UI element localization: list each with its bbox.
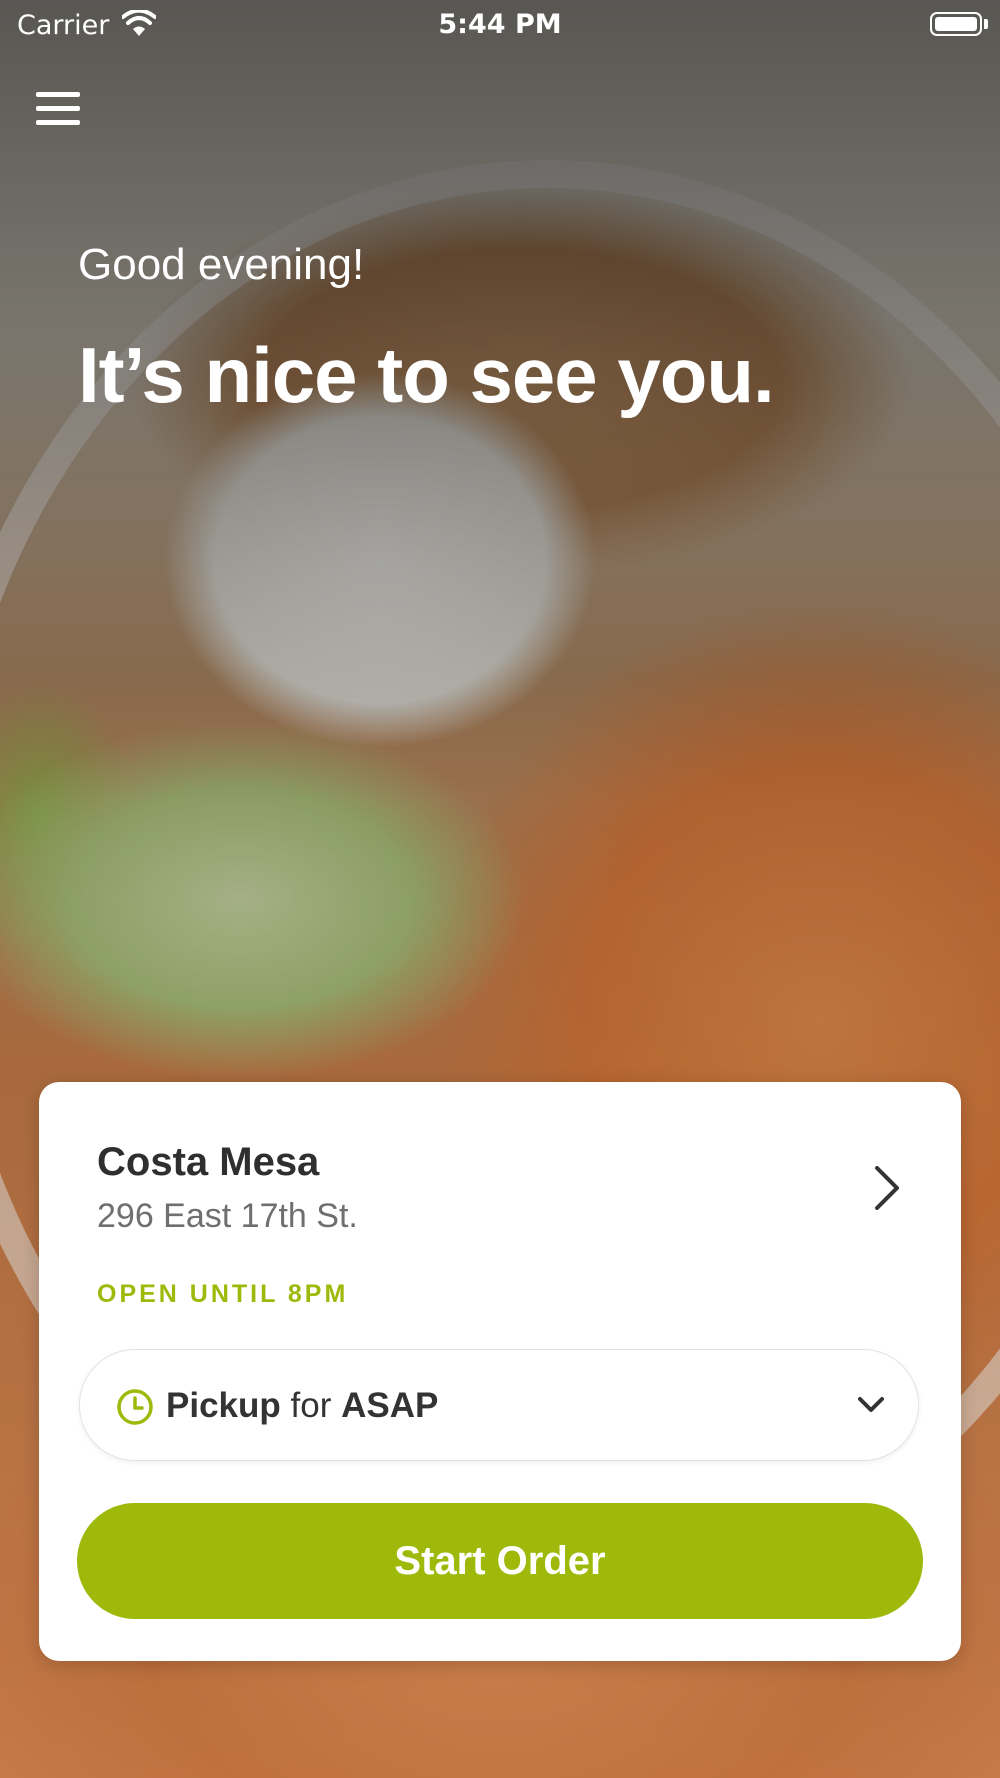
status-time: 5:44 PM: [438, 9, 562, 40]
welcome-tagline: It’s nice to see you.: [78, 331, 775, 419]
store-name[interactable]: Costa Mesa: [97, 1140, 319, 1185]
start-order-button[interactable]: Start Order: [77, 1503, 923, 1619]
greeting-text: Good evening!: [78, 240, 365, 289]
status-bar: Carrier 5:44 PM: [0, 0, 1000, 50]
order-mode-label: Pickup for ASAP: [166, 1386, 438, 1426]
battery-tip: [984, 19, 988, 29]
battery-icon: [930, 12, 982, 36]
order-mode-selector[interactable]: Pickup for ASAP: [79, 1349, 919, 1461]
chevron-down-icon[interactable]: [856, 1394, 886, 1416]
order-mode-type: Pickup: [166, 1386, 281, 1425]
order-mode-time: ASAP: [341, 1386, 439, 1425]
order-mode-connector: for: [290, 1386, 332, 1425]
store-hours: OPEN UNTIL 8PM: [97, 1280, 349, 1308]
chevron-right-icon[interactable]: [869, 1164, 905, 1212]
location-card: Costa Mesa 296 East 17th St. OPEN UNTIL …: [39, 1082, 961, 1661]
store-address[interactable]: 296 East 17th St.: [97, 1197, 358, 1236]
hamburger-menu-icon[interactable]: [36, 92, 80, 132]
clock-icon: [117, 1389, 153, 1425]
